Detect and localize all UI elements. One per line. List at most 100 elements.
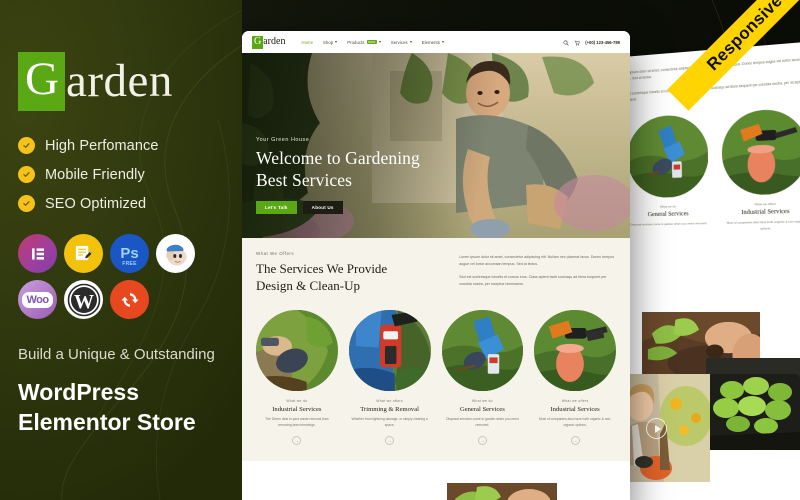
chevron-down-icon bbox=[378, 41, 381, 43]
service-thumbnail bbox=[720, 107, 800, 196]
nav-item-shop[interactable]: Shop bbox=[323, 39, 338, 45]
feature-item-mobile-friendly: Mobile Friendly bbox=[18, 166, 224, 183]
feature-label: High Perfomance bbox=[45, 137, 159, 154]
thumbnail-image bbox=[348, 309, 431, 392]
photoshop-icon: Ps FREE bbox=[110, 234, 149, 273]
services-title-line2: Design & Clean-Up bbox=[256, 277, 360, 293]
plugin-badges-row-2: Woo W bbox=[18, 280, 224, 319]
hero-section: Your Green House Welcome to Gardening Be… bbox=[242, 53, 630, 238]
play-icon[interactable] bbox=[646, 418, 667, 439]
cart-icon[interactable] bbox=[574, 33, 580, 51]
main-mockup-bottom bbox=[242, 461, 630, 500]
nav-item-products[interactable]: Products NEW bbox=[347, 40, 381, 45]
services-section: What We Offers The Services We Provide D… bbox=[242, 238, 630, 462]
nav-label: Products bbox=[347, 39, 365, 45]
header-phone[interactable]: (+00) 123-456-789 bbox=[585, 40, 620, 45]
service-kicker: What we do bbox=[471, 399, 493, 404]
service-card-industrial-1[interactable]: What we do Industrial Services The Green… bbox=[256, 309, 338, 446]
service-description: Most of companies also have both organic… bbox=[538, 417, 612, 428]
secondary-card-industrial-services[interactable]: What we offers Industrial Services Most … bbox=[720, 107, 800, 232]
service-description: Disposal services come in garden when yo… bbox=[630, 221, 708, 227]
service-description: Most of companies also have both organic… bbox=[726, 219, 800, 231]
hero-buttons: Let's Talk About Us bbox=[256, 201, 420, 214]
service-kicker: What we offers bbox=[561, 399, 589, 404]
service-name: Industrial Services bbox=[272, 406, 322, 414]
service-description: Whether from lightning damage, or simply… bbox=[351, 417, 428, 428]
service-name: General Services bbox=[647, 211, 689, 219]
thumbnail-image bbox=[441, 309, 524, 392]
service-name: Industrial Services bbox=[550, 406, 600, 414]
service-name: General Services bbox=[459, 406, 505, 414]
service-description: The Green deal to yard waste removal tha… bbox=[265, 417, 329, 428]
header-actions: (+00) 123-456-789 bbox=[563, 33, 620, 51]
service-kicker: What we do bbox=[659, 204, 676, 209]
feature-item-high-performance: High Perfomance bbox=[18, 137, 224, 154]
hero-title: Welcome to Gardening Best Services bbox=[256, 148, 420, 191]
service-thumbnail bbox=[256, 309, 338, 392]
plugin-badges: Ps FREE Woo W bbox=[18, 234, 224, 319]
secondary-card-general-services[interactable]: What we do General Services Disposal ser… bbox=[626, 112, 709, 234]
check-icon bbox=[18, 195, 35, 212]
play-triangle bbox=[654, 424, 661, 433]
hero-kicker: Your Green House bbox=[256, 137, 310, 144]
site-logo-rest: arden bbox=[263, 36, 286, 47]
about-us-button[interactable]: About Us bbox=[302, 201, 343, 214]
site-logo-capital: G bbox=[252, 35, 264, 49]
check-icon bbox=[18, 166, 35, 183]
new-badge: NEW bbox=[366, 40, 377, 44]
promo-panel: G arden High Perfomance Mobile Friendly bbox=[0, 0, 242, 500]
nav-item-home[interactable]: Home bbox=[301, 40, 313, 45]
read-more-arrow-icon[interactable]: → bbox=[570, 436, 580, 446]
main-page-mockup: G arden Home Shop Products NEW Services bbox=[242, 31, 630, 500]
nav-item-services[interactable]: Services bbox=[391, 40, 412, 45]
services-cards: What we do Industrial Services The Green… bbox=[256, 309, 616, 446]
wordpress-icon: W bbox=[64, 280, 103, 319]
secondary-service-cards: What we do General Services Disposal ser… bbox=[621, 107, 800, 234]
read-more-arrow-icon[interactable]: → bbox=[477, 436, 487, 446]
chevron-down-icon bbox=[335, 41, 338, 43]
feature-label: SEO Optimized bbox=[45, 195, 147, 212]
feature-label: Mobile Friendly bbox=[45, 166, 145, 183]
brand-logo: G arden bbox=[18, 52, 224, 111]
photoshop-label: Ps bbox=[120, 245, 139, 262]
search-icon[interactable] bbox=[563, 33, 569, 51]
site-nav: Home Shop Products NEW Services Elements bbox=[301, 40, 444, 45]
services-paragraph-2: Sed est scelerisque lobortis et cursus e… bbox=[459, 275, 607, 286]
woocommerce-label: Woo bbox=[26, 293, 49, 306]
services-title: The Services We Provide Design & Clean-U… bbox=[256, 261, 443, 294]
update-icon bbox=[110, 280, 149, 319]
seedling-tray-photo bbox=[706, 358, 800, 450]
services-heading-block: What We Offers The Services We Provide D… bbox=[256, 251, 443, 295]
lets-talk-button[interactable]: Let's Talk bbox=[256, 201, 297, 214]
brand-logo-rest: arden bbox=[65, 55, 173, 107]
nav-label: Shop bbox=[323, 39, 334, 45]
service-card-trimming-removal[interactable]: What we offers Trimming & Removal Whethe… bbox=[348, 309, 431, 446]
tagline-block: Build a Unique & Outstanding WordPress E… bbox=[18, 345, 224, 438]
service-description: Disposal services come in garden when yo… bbox=[446, 417, 519, 428]
services-paragraph-1: Lorem ipsum dolor sit amet, consectetur … bbox=[459, 255, 614, 266]
forms-icon bbox=[64, 234, 103, 273]
photoshop-free-label: FREE bbox=[122, 261, 137, 267]
service-thumbnail bbox=[534, 309, 616, 392]
read-more-arrow-icon[interactable]: → bbox=[385, 436, 395, 446]
service-kicker: What we offers bbox=[376, 399, 403, 404]
nav-item-elements[interactable]: Elements bbox=[422, 40, 444, 45]
tagline-big: WordPress Elementor Store bbox=[18, 378, 224, 438]
gallery-collage bbox=[614, 300, 800, 500]
check-icon bbox=[18, 137, 35, 154]
site-logo[interactable]: G arden bbox=[252, 35, 286, 49]
services-kicker: What We Offers bbox=[256, 251, 295, 256]
feature-item-seo-optimized: SEO Optimized bbox=[18, 195, 224, 212]
service-card-general-services[interactable]: What we do General Services Disposal ser… bbox=[441, 309, 524, 446]
feature-list: High Perfomance Mobile Friendly SEO Opti… bbox=[18, 137, 224, 212]
services-header: What We Offers The Services We Provide D… bbox=[256, 251, 616, 295]
services-title-line1: The Services We Provide bbox=[256, 261, 388, 276]
elementor-icon bbox=[18, 234, 57, 273]
thumbnail-image bbox=[534, 309, 616, 392]
service-name: Trimming & Removal bbox=[360, 406, 419, 414]
service-card-industrial-2[interactable]: What we offers Industrial Services Most … bbox=[534, 309, 616, 446]
nav-label: Elements bbox=[421, 39, 440, 45]
read-more-arrow-icon[interactable]: → bbox=[292, 436, 302, 446]
thumbnail-image bbox=[256, 309, 338, 392]
bottom-seedling-photo bbox=[447, 483, 557, 500]
